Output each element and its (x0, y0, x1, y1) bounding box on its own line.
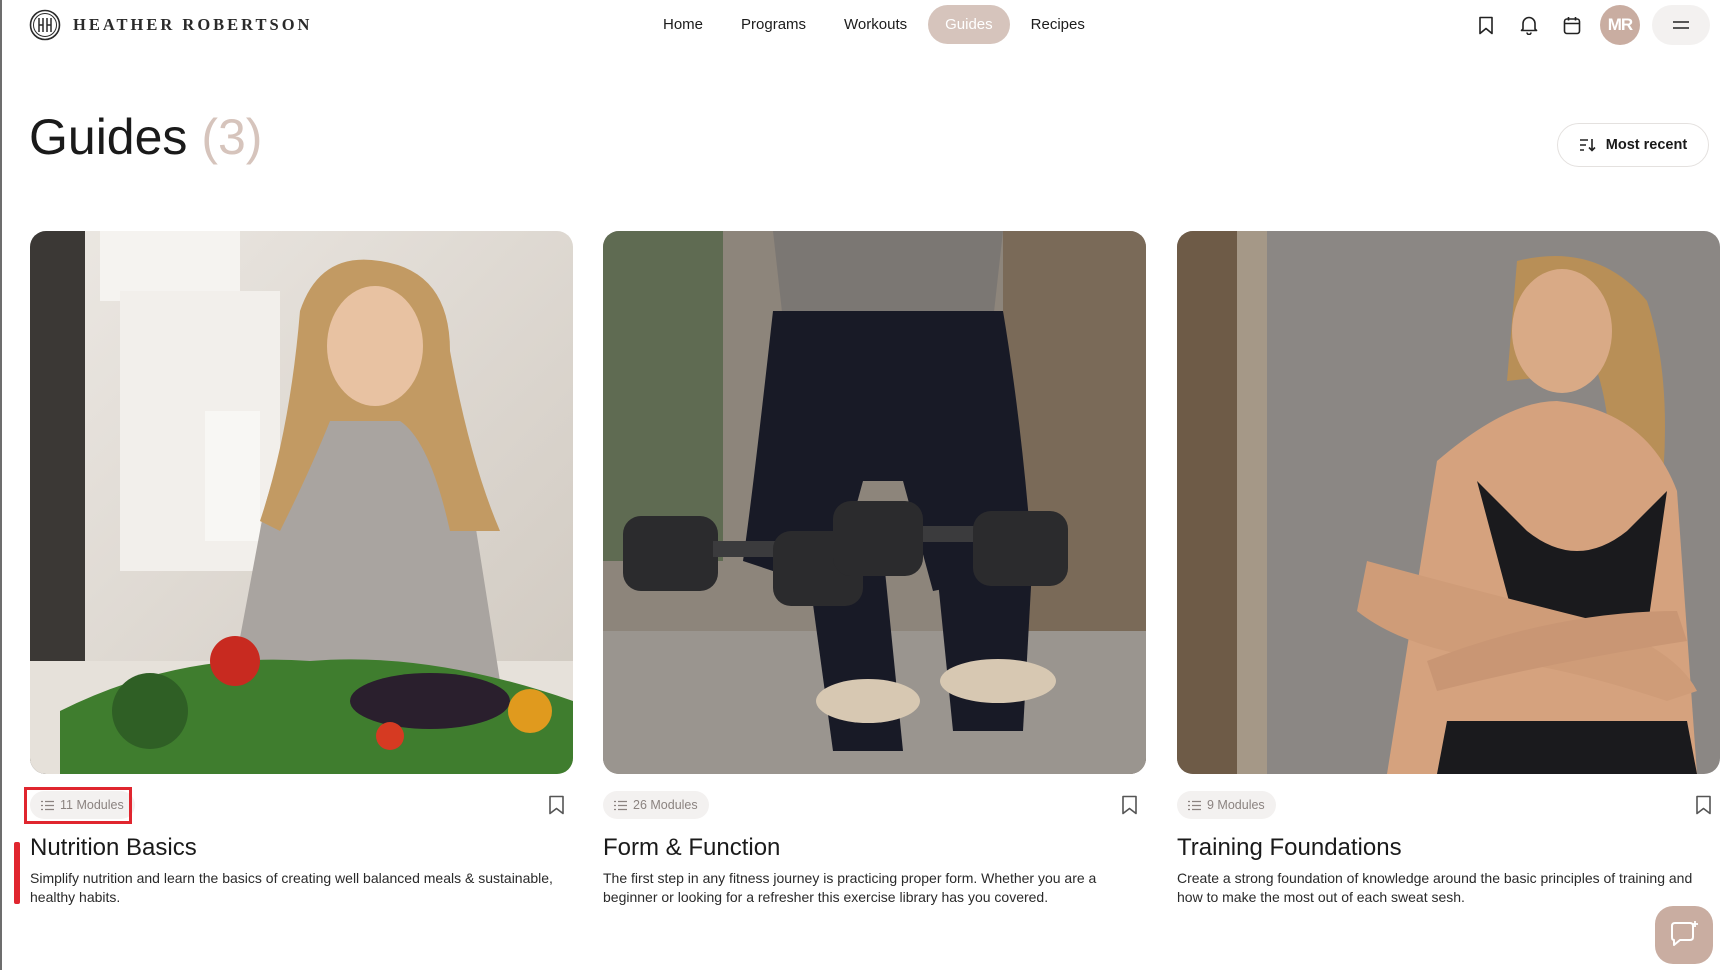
page-title-text: Guides (29, 109, 188, 165)
modules-badge: 9 Modules (1177, 791, 1276, 819)
nav-home[interactable]: Home (646, 5, 720, 44)
card-meta: 9 Modules (1177, 788, 1720, 822)
bell-icon[interactable] (1518, 15, 1539, 36)
sort-icon (1579, 139, 1596, 152)
window-edge (0, 0, 2, 970)
header-actions: MR (1475, 5, 1710, 45)
main-nav: Home Programs Workouts Guides Recipes (646, 5, 1102, 44)
card-title[interactable]: Training Foundations (1177, 834, 1720, 862)
card-description: Simplify nutrition and learn the basics … (30, 870, 553, 905)
card-title[interactable]: Nutrition Basics (30, 834, 573, 862)
bookmark-icon[interactable] (548, 795, 565, 815)
bookmark-icon[interactable] (1121, 795, 1138, 815)
page-title: Guides (3) (29, 112, 262, 162)
list-icon (614, 800, 627, 810)
nav-programs[interactable]: Programs (724, 5, 823, 44)
card-description: The first step in any fitness journey is… (603, 870, 1097, 905)
bookmark-icon[interactable] (1695, 795, 1712, 815)
sort-button[interactable]: Most recent (1557, 123, 1709, 167)
squat-with-dumbbells-photo[interactable] (603, 231, 1146, 774)
avatar[interactable]: MR (1600, 5, 1640, 45)
guide-card[interactable]: 26 Modules Form & Function The first ste… (603, 231, 1146, 907)
modules-badge: 26 Modules (603, 791, 709, 819)
bookmark-icon[interactable] (1475, 15, 1496, 36)
sort-label: Most recent (1605, 137, 1688, 153)
highlight-bar (14, 842, 20, 904)
nav-recipes[interactable]: Recipes (1014, 5, 1102, 44)
hamburger-icon (1673, 21, 1689, 29)
calendar-icon[interactable] (1561, 15, 1582, 36)
brand[interactable]: HEATHER ROBERTSON (29, 8, 312, 42)
highlight-box (24, 787, 132, 824)
chat-icon (1671, 921, 1698, 946)
guide-card[interactable]: 9 Modules Training Foundations Create a … (1177, 231, 1720, 907)
guides-count: (3) (201, 109, 263, 165)
card-title[interactable]: Form & Function (603, 834, 1146, 862)
brand-name: HEATHER ROBERTSON (73, 15, 313, 34)
brand-logo-icon (29, 9, 61, 41)
card-description: Create a strong foundation of knowledge … (1177, 870, 1693, 905)
list-icon (1188, 800, 1201, 810)
nav-workouts[interactable]: Workouts (827, 5, 924, 44)
chat-button[interactable] (1655, 906, 1713, 964)
modules-count: 9 Modules (1207, 798, 1265, 812)
woman-arms-crossed-photo[interactable] (1177, 231, 1720, 774)
nav-guides[interactable]: Guides (928, 5, 1010, 44)
menu-button[interactable] (1652, 5, 1710, 45)
woman-with-vegetables-photo[interactable] (30, 231, 573, 774)
card-meta: 26 Modules (603, 788, 1146, 822)
modules-count: 26 Modules (633, 798, 698, 812)
